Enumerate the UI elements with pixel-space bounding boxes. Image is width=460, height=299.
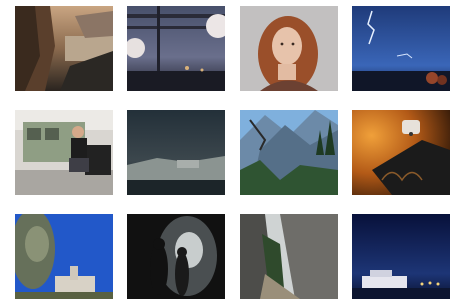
thumbnail-lightning[interactable] [352,6,450,91]
thumbnail-image [240,6,338,91]
thumbnail-sea-cliffs[interactable] [15,6,113,91]
thumbnail-statue-castle[interactable] [15,214,113,299]
thumbnail-image [240,214,338,299]
thumbnail-image [15,6,113,91]
thumbnail-image [352,110,450,195]
thumbnail-image [15,110,113,195]
thumbnail-ship-harbor[interactable] [352,214,450,299]
thumbnail-image [127,110,225,195]
thumbnail-mountains-valley[interactable] [240,110,338,195]
photo-gallery-grid [0,0,460,299]
thumbnail-image [352,6,450,91]
thumbnail-image [240,110,338,195]
thumbnail-image [127,214,225,299]
thumbnail-portrait-woman[interactable] [240,6,338,91]
thumbnail-lamps-evening[interactable] [127,6,225,91]
thumbnail-man-trailer[interactable] [15,110,113,195]
thumbnail-dark-landscape[interactable] [127,110,225,195]
thumbnail-tunnel[interactable] [127,214,225,299]
thumbnail-image [352,214,450,299]
thumbnail-image [127,6,225,91]
thumbnail-rocky-gorge[interactable] [240,214,338,299]
thumbnail-image [15,214,113,299]
thumbnail-iron-railing[interactable] [352,110,450,195]
